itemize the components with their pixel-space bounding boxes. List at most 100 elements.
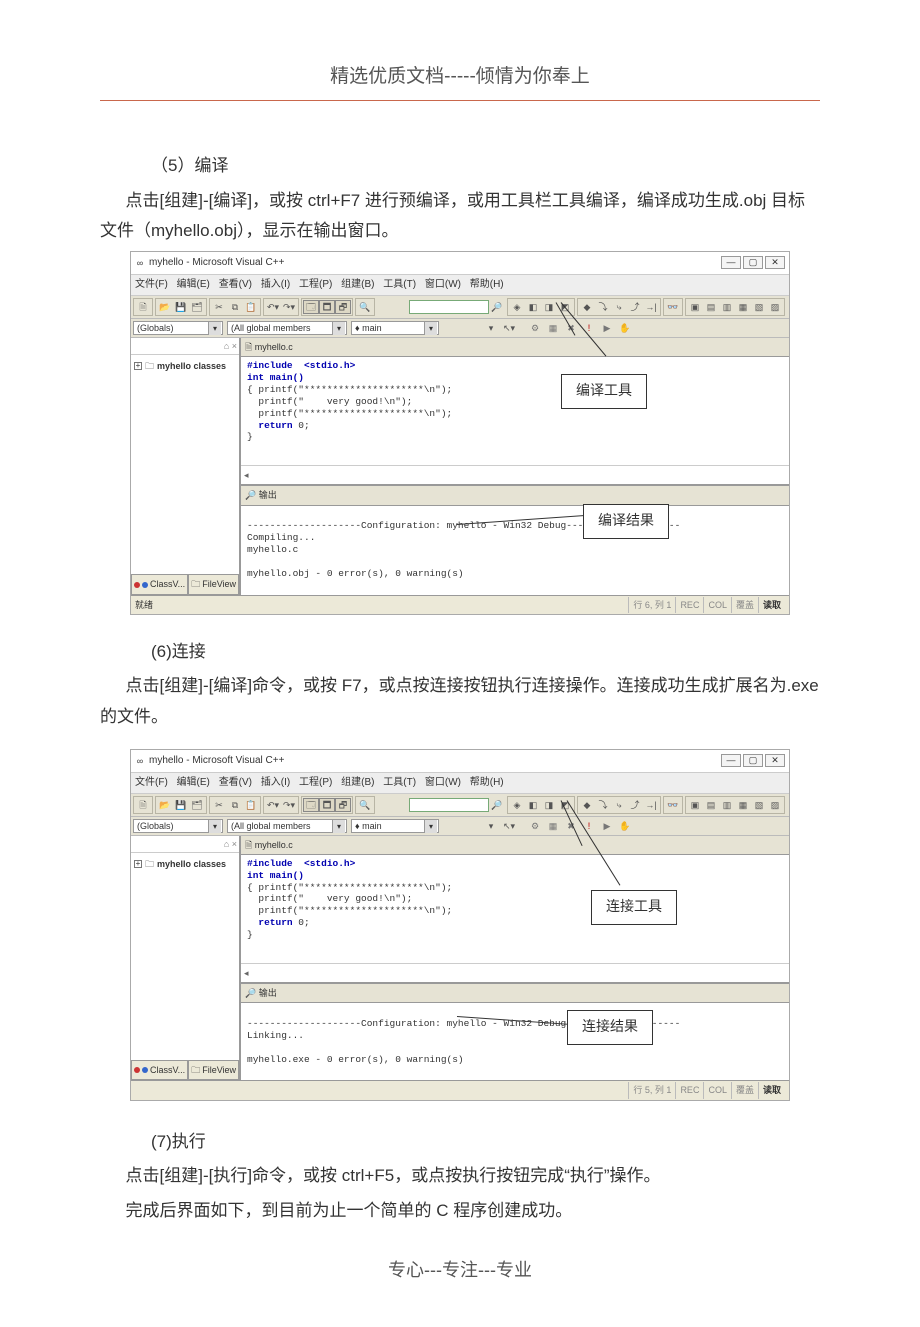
search-input[interactable]	[409, 798, 489, 812]
expand-icon[interactable]: +	[134, 362, 142, 370]
output-icon[interactable]: 🗖	[319, 798, 335, 812]
window-list-icon[interactable]: 🗗	[335, 300, 351, 314]
minimize-button[interactable]: —	[721, 754, 741, 767]
save-icon[interactable]: 💾	[173, 300, 189, 314]
step-into-icon[interactable]: ⤷	[611, 300, 627, 314]
save-icon[interactable]: 💾	[173, 798, 189, 812]
function-combo[interactable]: ♦ main	[351, 321, 439, 335]
run-to-cursor-icon[interactable]: →|	[643, 798, 659, 812]
copy-icon[interactable]: ⧉	[227, 798, 243, 812]
menu-view[interactable]: 查看(V)	[219, 777, 252, 788]
quickwatch-icon[interactable]: 👓	[665, 798, 681, 812]
find-in-files-icon[interactable]: 🔍	[357, 300, 373, 314]
close-button[interactable]: ✕	[765, 754, 785, 767]
menu-view[interactable]: 查看(V)	[219, 279, 252, 290]
menu-bar[interactable]: 文件(F) 编辑(E) 查看(V) 插入(I) 工程(P) 组建(B) 工具(T…	[131, 773, 789, 794]
scope-combo[interactable]: (Globals)	[133, 819, 223, 833]
d5-icon[interactable]: ▧	[751, 798, 767, 812]
copy-icon[interactable]: ⧉	[227, 300, 243, 314]
d6-icon[interactable]: ▨	[767, 798, 783, 812]
close-button[interactable]: ✕	[765, 256, 785, 269]
breakpoint-icon[interactable]: ✋	[617, 321, 633, 335]
menu-edit[interactable]: 编辑(E)	[177, 279, 210, 290]
d3-icon[interactable]: ▥	[719, 300, 735, 314]
breakpoint-icon[interactable]: ✋	[617, 819, 633, 833]
tb-icon[interactable]: ◈	[509, 798, 525, 812]
step-out-icon[interactable]: ⤴	[627, 798, 643, 812]
undo-icon[interactable]: ↶▾	[265, 300, 281, 314]
menu-help[interactable]: 帮助(H)	[470, 777, 504, 788]
tb-icon[interactable]: ◈	[509, 300, 525, 314]
window-list-icon[interactable]: 🗗	[335, 798, 351, 812]
new-file-icon[interactable]: 🗎	[135, 300, 151, 314]
open-icon[interactable]: 📂	[157, 300, 173, 314]
tab-fileview[interactable]: 🗀 FileView	[188, 575, 239, 594]
go-debug-icon[interactable]: ▶	[599, 321, 615, 335]
workspace-icon[interactable]: 🗔	[303, 798, 319, 812]
members-combo[interactable]: (All global members	[227, 321, 347, 335]
nav-back-icon[interactable]: ▾	[483, 819, 499, 833]
menu-bar[interactable]: 文件(F) 编辑(E) 查看(V) 插入(I) 工程(P) 组建(B) 工具(T…	[131, 275, 789, 296]
menu-insert[interactable]: 插入(I)	[261, 279, 290, 290]
menu-edit[interactable]: 编辑(E)	[177, 777, 210, 788]
d6-icon[interactable]: ▨	[767, 300, 783, 314]
output-tab[interactable]: 🔎 输出	[241, 983, 789, 1003]
hscroll[interactable]: ◂	[241, 465, 789, 484]
nav-back-icon[interactable]: ▾	[483, 321, 499, 335]
step-out-icon[interactable]: ⤴	[627, 300, 643, 314]
hscroll[interactable]: ◂	[241, 963, 789, 982]
class-tree[interactable]: + 🗀 myhello classes	[131, 355, 239, 574]
menu-tools[interactable]: 工具(T)	[383, 279, 416, 290]
menu-tools[interactable]: 工具(T)	[383, 777, 416, 788]
redo-icon[interactable]: ↷▾	[281, 798, 297, 812]
go-debug-icon[interactable]: ▶	[599, 819, 615, 833]
code-editor[interactable]: #include <stdio.h> int main() { printf("…	[241, 855, 789, 963]
menu-window[interactable]: 窗口(W)	[425, 777, 461, 788]
go-icon[interactable]: ◆	[579, 300, 595, 314]
nav-fwd-icon[interactable]: ↖▾	[501, 321, 517, 335]
d4-icon[interactable]: ▦	[735, 798, 751, 812]
menu-build[interactable]: 组建(B)	[341, 279, 374, 290]
compile-icon[interactable]: ⚙	[527, 321, 543, 335]
d1-icon[interactable]: ▣	[687, 300, 703, 314]
find-in-files-icon[interactable]: 🔍	[357, 798, 373, 812]
editor-tab[interactable]: 🗎 myhello.c	[241, 836, 789, 855]
menu-window[interactable]: 窗口(W)	[425, 279, 461, 290]
output-icon[interactable]: 🗖	[319, 300, 335, 314]
editor-tab[interactable]: 🗎 myhello.c	[241, 338, 789, 357]
d2-icon[interactable]: ▤	[703, 300, 719, 314]
menu-build[interactable]: 组建(B)	[341, 777, 374, 788]
members-combo[interactable]: (All global members	[227, 819, 347, 833]
step-over-icon[interactable]: ⤵	[595, 300, 611, 314]
tab-fileview[interactable]: 🗀 FileView	[188, 1061, 239, 1080]
build-icon[interactable]: ▦	[545, 819, 561, 833]
save-all-icon[interactable]: 🗂	[189, 300, 205, 314]
tb-icon[interactable]: ◧	[525, 798, 541, 812]
maximize-button[interactable]: ▢	[743, 256, 763, 269]
menu-file[interactable]: 文件(F)	[135, 279, 168, 290]
tab-classview[interactable]: ClassV...	[131, 1061, 188, 1080]
function-combo[interactable]: ♦ main	[351, 819, 439, 833]
workspace-icon[interactable]: 🗔	[303, 300, 319, 314]
quickwatch-icon[interactable]: 👓	[665, 300, 681, 314]
search-input[interactable]	[409, 300, 489, 314]
open-icon[interactable]: 📂	[157, 798, 173, 812]
minimize-button[interactable]: —	[721, 256, 741, 269]
compile-icon[interactable]: ⚙	[527, 819, 543, 833]
step-over-icon[interactable]: ⤵	[595, 798, 611, 812]
menu-project[interactable]: 工程(P)	[299, 279, 332, 290]
maximize-button[interactable]: ▢	[743, 754, 763, 767]
paste-icon[interactable]: 📋	[243, 798, 259, 812]
redo-icon[interactable]: ↷▾	[281, 300, 297, 314]
cut-icon[interactable]: ✂	[211, 798, 227, 812]
nav-fwd-icon[interactable]: ↖▾	[501, 819, 517, 833]
d1-icon[interactable]: ▣	[687, 798, 703, 812]
tb-icon[interactable]: ◧	[525, 300, 541, 314]
tb-icon[interactable]: ◨	[541, 798, 557, 812]
paste-icon[interactable]: 📋	[243, 300, 259, 314]
save-all-icon[interactable]: 🗂	[189, 798, 205, 812]
scope-combo[interactable]: (Globals)	[133, 321, 223, 335]
find-icon[interactable]: 🔎	[489, 300, 505, 314]
build-icon[interactable]: ▦	[545, 321, 561, 335]
step-into-icon[interactable]: ⤷	[611, 798, 627, 812]
